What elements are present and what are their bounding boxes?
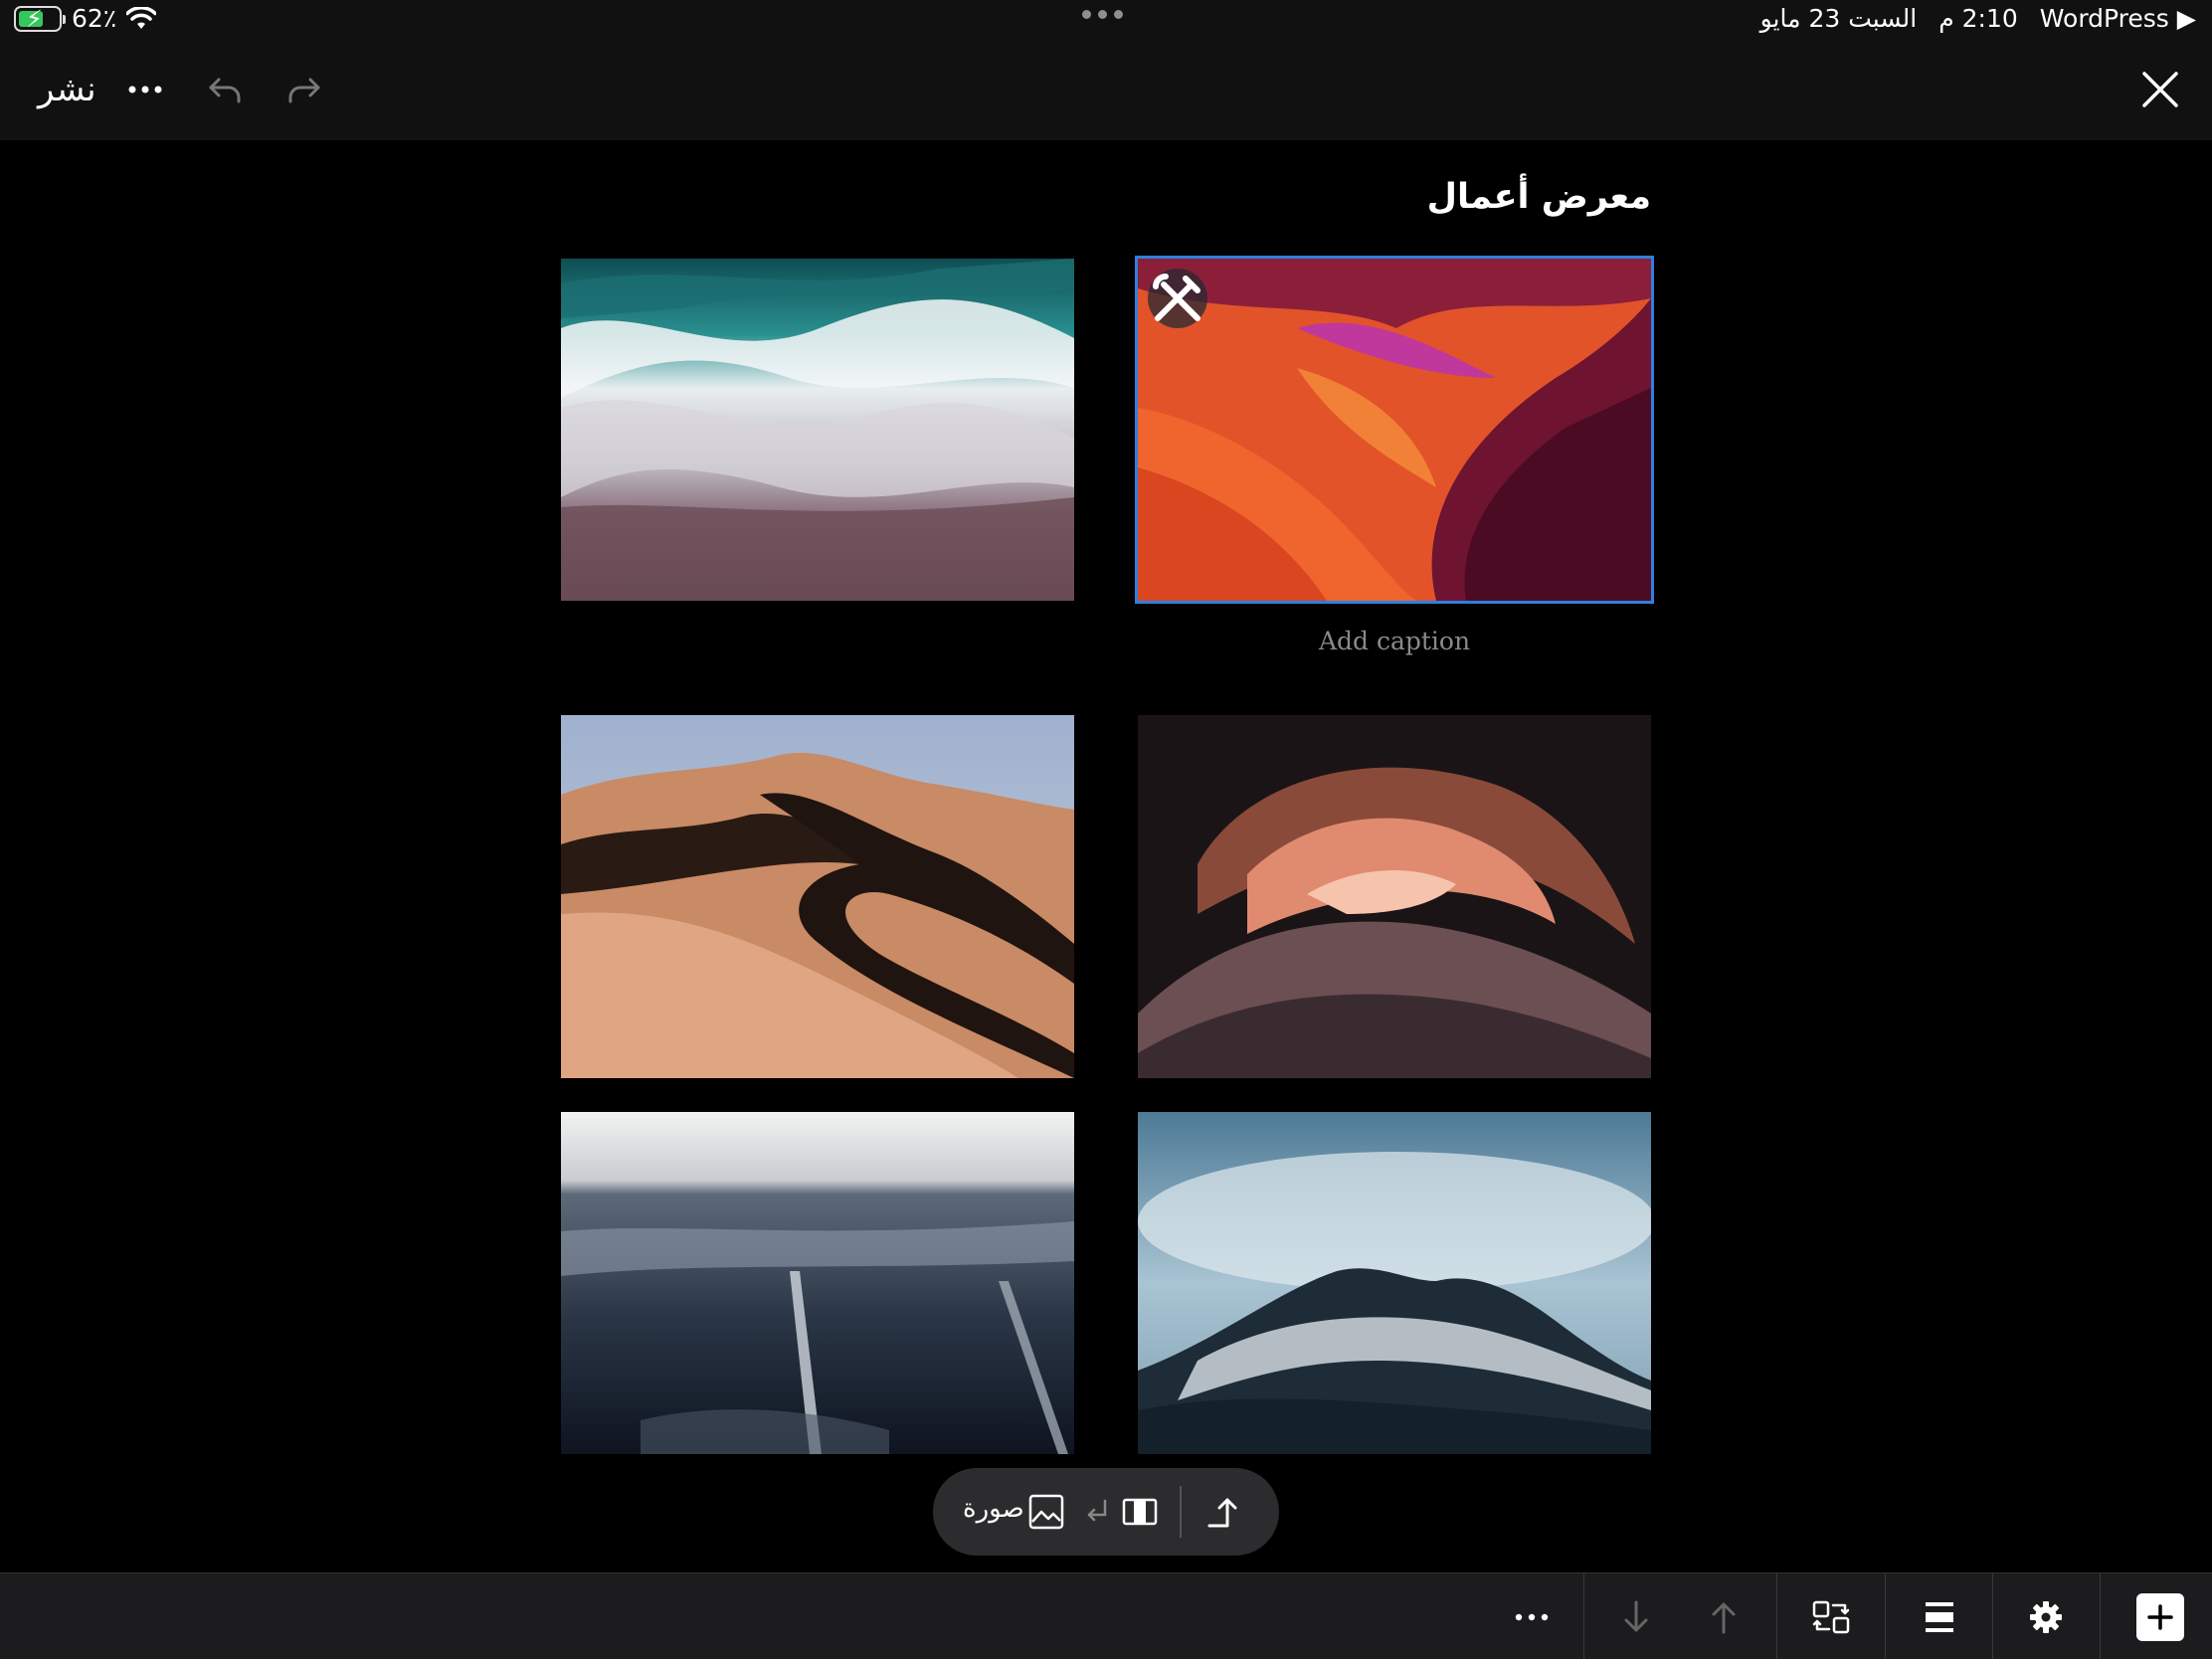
close-icon[interactable] bbox=[2138, 68, 2182, 111]
edit-image-button[interactable] bbox=[1148, 269, 1207, 328]
multitasking-dots-icon[interactable] bbox=[1082, 10, 1123, 19]
clock: 2:10 م bbox=[1938, 4, 2018, 33]
gallery-image-red-canyon[interactable] bbox=[1135, 256, 1654, 604]
date: السبت 23 مايو bbox=[1759, 4, 1918, 33]
publish-button[interactable]: نشر bbox=[38, 70, 96, 109]
back-to-app[interactable]: WordPress ▶ bbox=[2040, 4, 2196, 33]
editor-header: نشر bbox=[0, 40, 2212, 140]
enter-return-icon[interactable] bbox=[1074, 1490, 1118, 1534]
move-down-icon[interactable] bbox=[1601, 1573, 1671, 1659]
transform-block-icon[interactable] bbox=[1796, 1573, 1866, 1659]
align-icon[interactable] bbox=[1905, 1573, 1974, 1659]
caption-input[interactable]: Add caption bbox=[1138, 627, 1651, 655]
parent-block-icon[interactable] bbox=[1201, 1490, 1245, 1534]
battery-percent: 62٪ bbox=[72, 4, 117, 33]
wifi-icon bbox=[126, 6, 157, 29]
move-up-icon[interactable] bbox=[1689, 1573, 1758, 1659]
add-block-button[interactable] bbox=[2136, 1593, 2184, 1641]
toolbar-divider bbox=[1180, 1486, 1182, 1538]
gallery-image-dunes[interactable] bbox=[561, 715, 1074, 1078]
status-right: السبت 23 مايو 2:10 م WordPress ▶ bbox=[1760, 4, 2196, 33]
bottom-toolbar bbox=[0, 1572, 2212, 1659]
status-bar: ⚡ 62٪ السبت 23 مايو 2:10 م WordPress ▶ bbox=[0, 0, 2212, 40]
gallery-image-waves[interactable] bbox=[561, 259, 1074, 601]
plus-icon bbox=[2147, 1604, 2173, 1630]
tools-icon bbox=[1153, 274, 1200, 321]
floating-block-toolbar: صورة bbox=[933, 1468, 1279, 1556]
gallery-image-brown-canyon[interactable] bbox=[1138, 715, 1651, 1078]
gallery-image-dark-sea[interactable] bbox=[561, 1112, 1074, 1454]
gallery-image-mountain[interactable] bbox=[1138, 1112, 1651, 1454]
undo-icon[interactable] bbox=[199, 64, 251, 115]
block-more-options-icon[interactable] bbox=[1496, 1573, 1567, 1659]
image-icon[interactable] bbox=[1024, 1490, 1068, 1534]
redo-icon[interactable] bbox=[278, 64, 330, 115]
status-left: ⚡ 62٪ bbox=[14, 4, 157, 33]
media-text-icon[interactable] bbox=[1118, 1490, 1162, 1534]
settings-gear-icon[interactable] bbox=[2011, 1573, 2081, 1659]
more-options-icon[interactable] bbox=[119, 64, 171, 115]
block-type-label: صورة bbox=[963, 1494, 1024, 1524]
gallery-heading[interactable]: معرض أعمال bbox=[1427, 177, 1651, 217]
battery-icon: ⚡ bbox=[14, 5, 66, 33]
